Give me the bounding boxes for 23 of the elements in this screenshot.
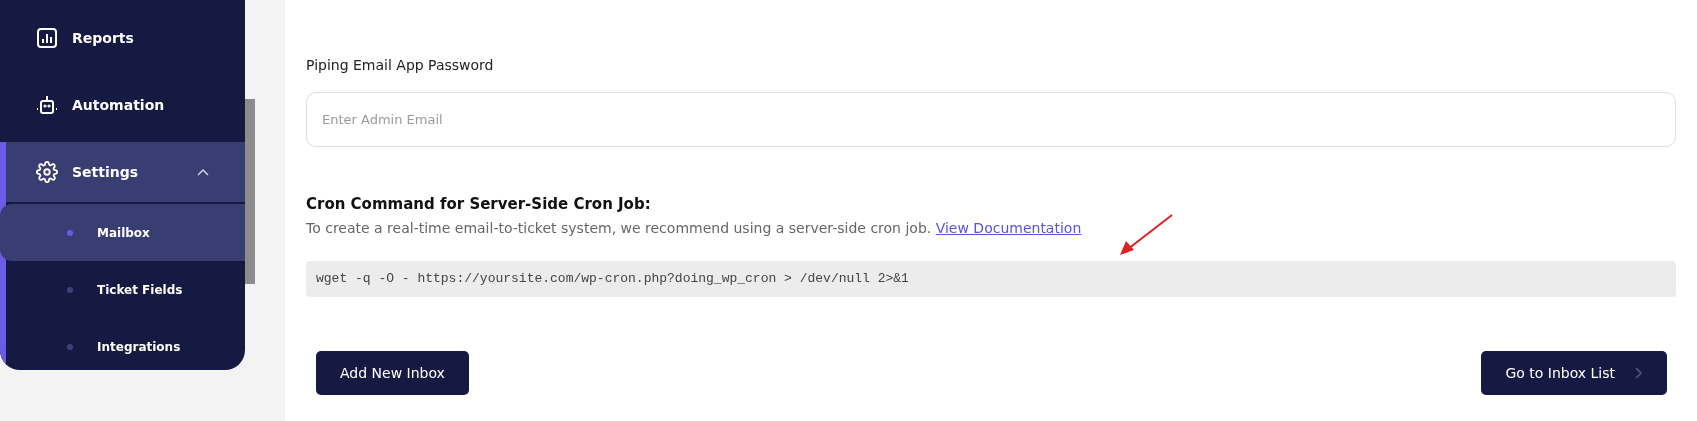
description-text: To create a real-time email-to-ticket system, we recommend using a server-side cron job. View Documentation [306, 218, 1083, 238]
bullet-icon [67, 229, 73, 236]
robot-icon [36, 94, 58, 116]
bar-chart-icon [36, 27, 58, 49]
submenu-item[interactable]: Mailbox [0, 204, 246, 261]
sidebar-item[interactable]: Reports [0, 8, 246, 68]
input-field[interactable]: Enter Admin Email [306, 92, 1676, 147]
bullet-icon [67, 343, 73, 350]
code-block: wget -q -O - https://yoursite.com/wp-cron.php?doing_wp_cron > /dev/null 2>&1 [306, 260, 1676, 297]
go-to-list-button[interactable]: Go to Inbox List [1481, 351, 1667, 395]
documentation-link[interactable]: View Documentation [935, 219, 1082, 236]
sidebar-item[interactable]: Settings [6, 142, 246, 202]
bullet-icon [67, 286, 73, 293]
section-heading: Cron Command for Server-Side Cron Job: [306, 194, 652, 215]
add-button[interactable]: Add New Inbox [316, 351, 469, 395]
settings-icon [36, 161, 58, 183]
chevron-up-icon [197, 168, 210, 176]
sidebar-item[interactable]: Automation [0, 75, 246, 135]
field-label: Piping Email App Password [306, 56, 495, 75]
scrollbar[interactable] [245, 99, 256, 284]
chevron-right-icon [1635, 367, 1643, 379]
submenu-item[interactable]: Ticket Fields [0, 261, 246, 318]
submenu-item[interactable]: Integrations [0, 318, 246, 370]
